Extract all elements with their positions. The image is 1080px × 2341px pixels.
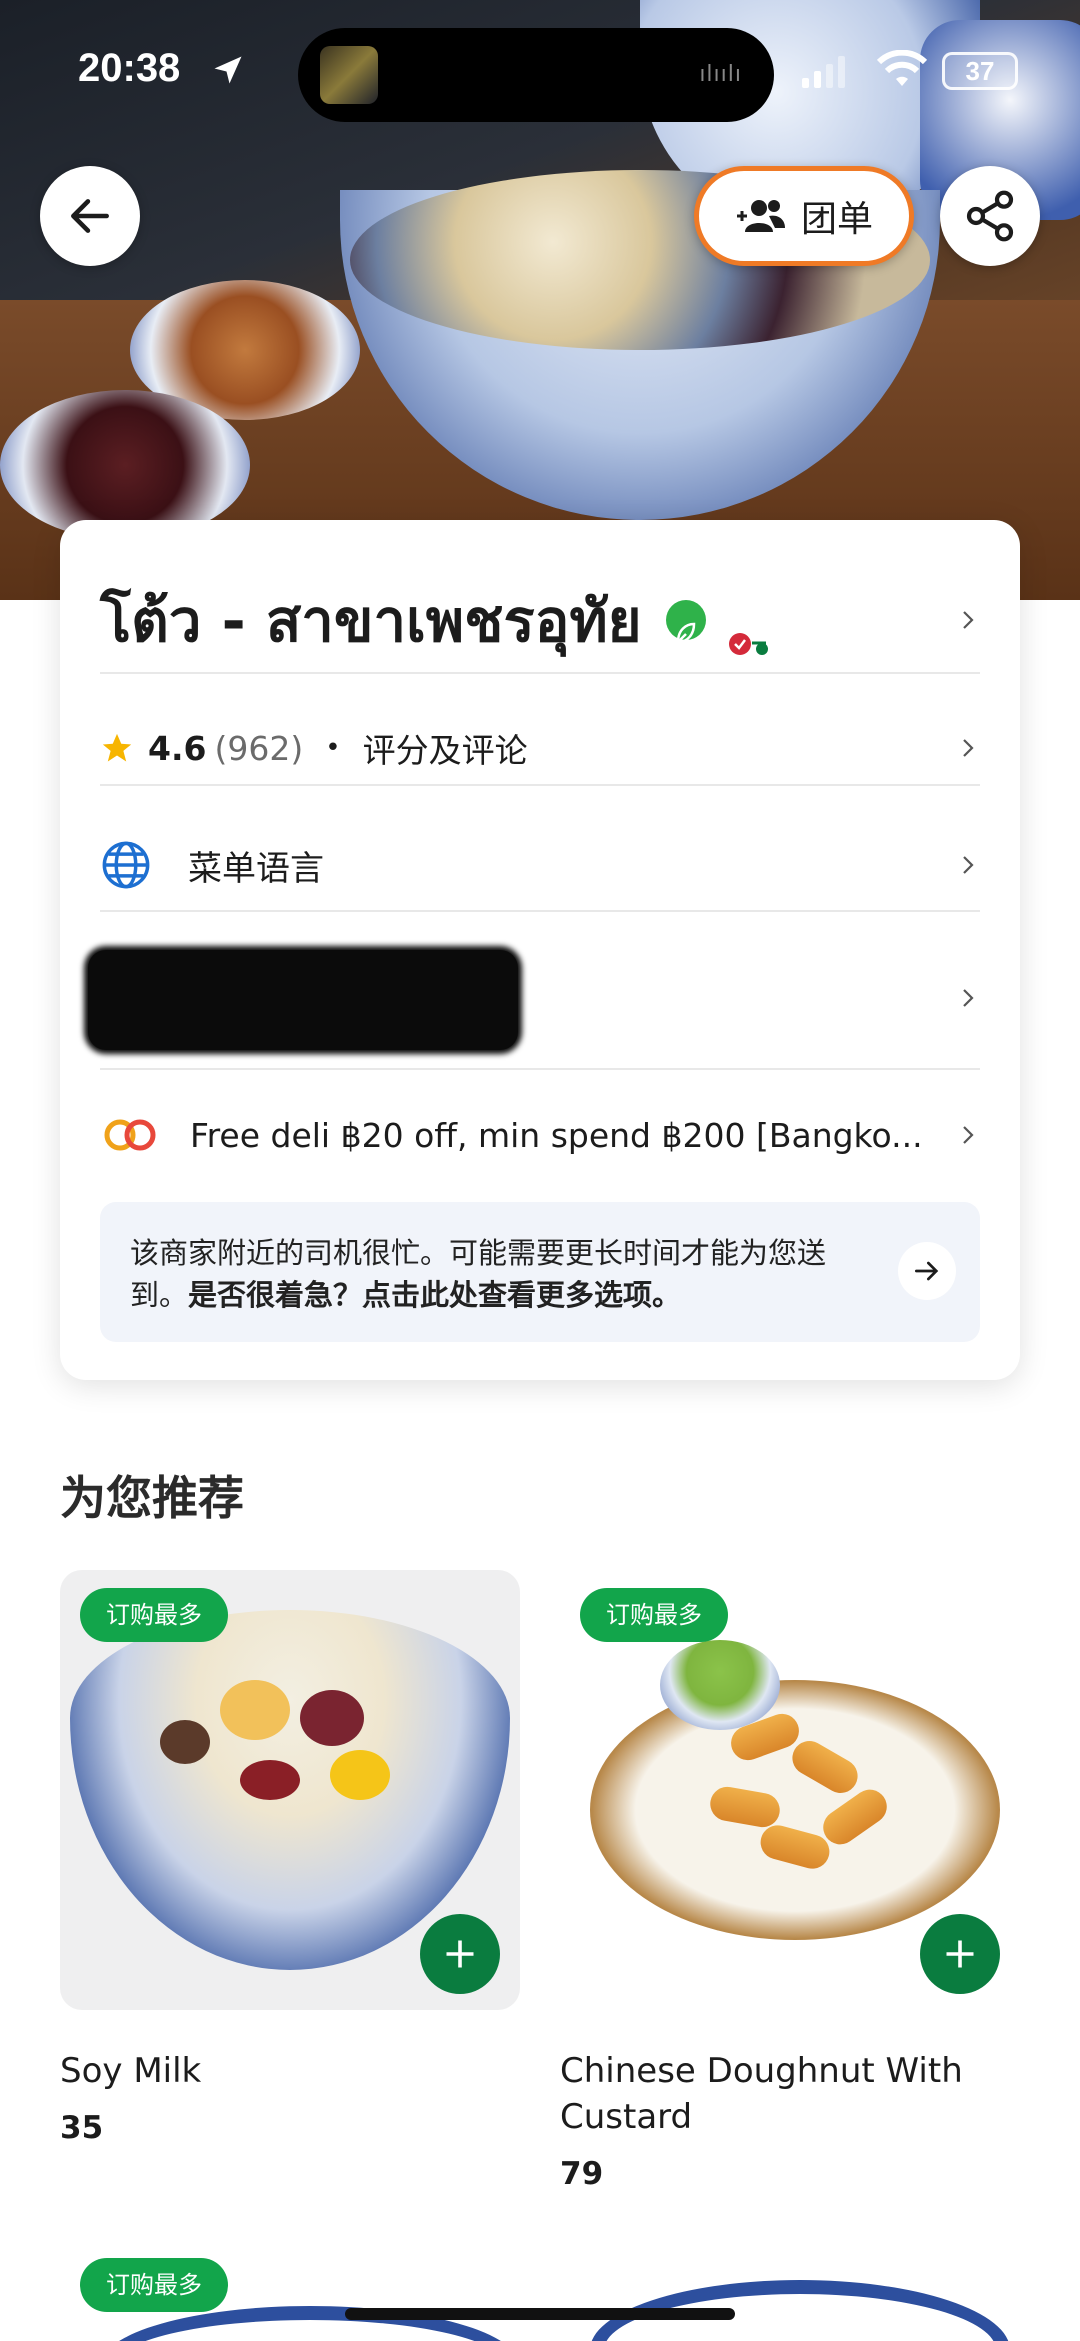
most-ordered-badge: 订购最多	[80, 2258, 228, 2312]
chevron-right-icon	[963, 1126, 974, 1144]
review-count: (962)	[214, 728, 304, 768]
doughnut-basket-image	[590, 1680, 1000, 1940]
menu-language-label: 菜单语言	[188, 848, 324, 889]
notice-text: 该商家附近的司机很忙。可能需要更长时间才能为您送到。是否很着急？点击此处查看更多…	[130, 1232, 870, 1316]
most-ordered-badge: 订购最多	[580, 1588, 728, 1642]
dynamic-island[interactable]: ılıılı	[298, 28, 774, 122]
add-to-cart-button[interactable]	[420, 1914, 500, 1994]
wifi-icon	[876, 50, 928, 86]
product-price: 35	[60, 2110, 104, 2146]
home-indicator[interactable]	[345, 2308, 735, 2320]
product-name: Soy Milk	[60, 2051, 202, 2091]
store-info-card: โต้ว - สาขาเพชรอุทัย 4.6 (962) • 评分及评论 菜…	[60, 520, 1020, 1380]
rating-value: 4.6	[148, 728, 207, 768]
ratings-row[interactable]: 4.6 (962) • 评分及评论	[100, 698, 980, 798]
share-icon	[966, 190, 1014, 242]
now-playing-artwork	[320, 46, 378, 104]
cellular-signal-icon	[802, 56, 845, 88]
redacted-delivery-info	[88, 950, 518, 1050]
promo-text: Free deli ฿20 off, min spend ฿200 [Bangk…	[190, 1115, 923, 1155]
scooter-delivery-badge-icon	[728, 605, 772, 655]
back-button[interactable]	[40, 166, 140, 266]
location-arrow-icon	[214, 56, 242, 84]
globe-icon	[102, 841, 150, 889]
reviews-label: 评分及评论	[362, 731, 528, 770]
notice-bold-text: 是否很着急？点击此处查看更多选项。	[188, 1278, 682, 1312]
chevron-right-icon	[963, 989, 974, 1007]
group-order-label: 团单	[800, 199, 873, 240]
group-order-button[interactable]: 团单	[694, 166, 914, 266]
chevron-right-icon	[963, 856, 974, 874]
arrow-right-icon	[915, 1261, 939, 1281]
divider	[100, 784, 980, 786]
plus-icon	[446, 1940, 474, 1968]
audio-wave-icon: ılıılı	[699, 62, 742, 87]
star-icon	[102, 733, 132, 762]
busy-drivers-notice[interactable]: 该商家附近的司机很忙。可能需要更长时间才能为您送到。是否很着急？点击此处查看更多…	[100, 1202, 980, 1342]
arrow-left-icon	[71, 199, 109, 233]
promo-row[interactable]: Free deli ฿20 off, min spend ฿200 [Bangk…	[100, 1080, 980, 1190]
store-title-row[interactable]: โต้ว - สาขาเพชรอุทัย	[100, 560, 980, 680]
plus-icon	[946, 1940, 974, 1968]
share-button[interactable]	[940, 166, 1040, 266]
product-price: 79	[560, 2156, 604, 2192]
product-image	[560, 2240, 1020, 2341]
people-plus-icon	[736, 200, 785, 232]
divider	[100, 1068, 980, 1070]
product-name: Chinese Doughnut With Custard	[560, 2051, 963, 2137]
status-bar: 20:38 ılıılı 37	[0, 0, 1080, 140]
hero-dates-dish	[0, 390, 250, 540]
notice-arrow-button[interactable]	[898, 1242, 956, 1300]
most-ordered-badge: 订购最多	[80, 1588, 228, 1642]
status-time: 20:38	[78, 46, 181, 90]
chevron-right-icon	[963, 611, 974, 629]
menu-language-row[interactable]: 菜单语言	[100, 810, 980, 920]
store-name: โต้ว - สาขาเพชรอุทัย	[100, 586, 642, 655]
battery-icon: 37	[942, 52, 1018, 90]
divider	[100, 672, 980, 674]
promo-rings-icon	[104, 1119, 156, 1151]
eco-leaf-badge-icon	[665, 600, 706, 644]
custard-sauce-cup	[660, 1640, 780, 1730]
separator-dot: •	[325, 733, 341, 763]
recommendations-title: 为您推荐	[60, 1471, 244, 1525]
chevron-right-icon	[963, 739, 974, 757]
add-to-cart-button[interactable]	[920, 1914, 1000, 1994]
divider	[100, 910, 980, 912]
